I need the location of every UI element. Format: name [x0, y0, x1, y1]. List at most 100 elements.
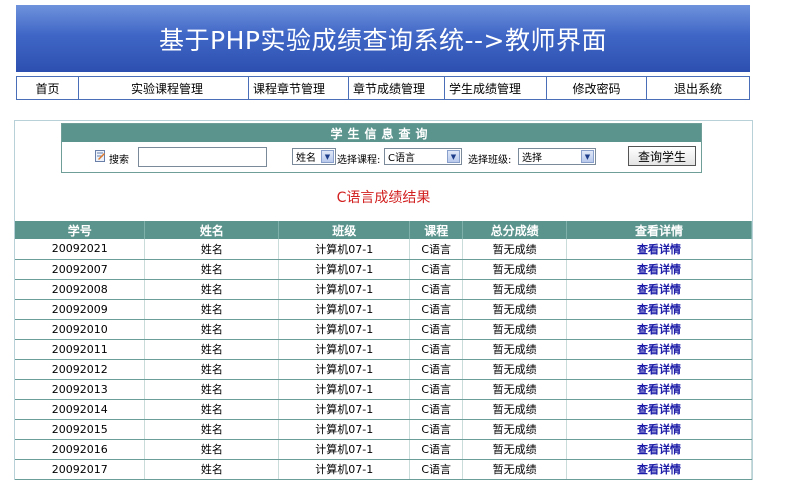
nav-item-course-management[interactable]: 实验课程管理 — [79, 77, 249, 99]
class-select[interactable]: 选择 ▼ — [518, 148, 596, 165]
view-details-link[interactable]: 查看详情 — [566, 399, 752, 420]
total-score-cell: 暂无成绩 — [462, 279, 568, 300]
grades-table: 学号 姓名 班级 课程 总分成绩 查看详情 20092021 姓名 计算机07-1 C… — [15, 221, 752, 480]
table-row: 20092007 姓名 计算机07-1 C语言 暂无成绩 查看详情 — [15, 259, 752, 280]
course-select-value: C语言 — [388, 153, 415, 164]
class-cell: 计算机07-1 — [278, 459, 411, 480]
class-select-value: 选择 — [522, 153, 542, 164]
total-score-cell: 暂无成绩 — [462, 359, 568, 380]
table-header-row: 学号 姓名 班级 课程 总分成绩 查看详情 — [15, 221, 752, 239]
view-details-link[interactable]: 查看详情 — [566, 419, 752, 440]
student-id-cell: 20092016 — [15, 439, 146, 460]
view-details-link[interactable]: 查看详情 — [566, 279, 752, 300]
nav-item-logout[interactable]: 退出系统 — [647, 77, 749, 99]
student-id-cell: 20092017 — [15, 459, 146, 480]
query-student-button[interactable]: 查询学生 — [628, 146, 696, 166]
student-id-cell: 20092013 — [15, 379, 146, 400]
chevron-down-icon: ▼ — [321, 150, 334, 163]
search-input[interactable] — [138, 147, 267, 167]
class-select-label: 选择班级: — [468, 155, 512, 166]
student-id-cell: 20092014 — [15, 399, 146, 420]
class-cell: 计算机07-1 — [278, 319, 411, 340]
class-cell: 计算机07-1 — [278, 439, 411, 460]
total-score-cell: 暂无成绩 — [462, 399, 568, 420]
course-cell: C语言 — [409, 259, 464, 280]
student-name-cell: 姓名 — [144, 339, 280, 360]
search-field-select[interactable]: 姓名 ▼ — [292, 148, 336, 165]
table-row: 20092010 姓名 计算机07-1 C语言 暂无成绩 查看详情 — [15, 319, 752, 340]
nav-item-change-password[interactable]: 修改密码 — [547, 77, 647, 99]
student-id-cell: 20092009 — [15, 299, 146, 320]
student-id-cell: 20092007 — [15, 259, 146, 280]
course-cell: C语言 — [409, 399, 464, 420]
course-select[interactable]: C语言 ▼ — [384, 148, 462, 165]
student-name-cell: 姓名 — [144, 259, 280, 280]
content-panel: 学生信息查询 搜索 姓名 ▼ 选择课程: C语言 ▼ 选择班级: 选择 ▼ 查询… — [14, 120, 753, 480]
course-cell: C语言 — [409, 239, 464, 260]
student-name-cell: 姓名 — [144, 239, 280, 260]
student-name-cell: 姓名 — [144, 419, 280, 440]
table-row: 20092015 姓名 计算机07-1 C语言 暂无成绩 查看详情 — [15, 419, 752, 440]
class-cell: 计算机07-1 — [278, 299, 411, 320]
query-form-title: 学生信息查询 — [62, 124, 701, 142]
chevron-down-icon: ▼ — [447, 150, 460, 163]
page-banner: 基于PHP实验成绩查询系统-->教师界面 — [16, 5, 750, 72]
student-name-cell: 姓名 — [144, 359, 280, 380]
course-cell: C语言 — [409, 319, 464, 340]
search-icon — [95, 150, 105, 162]
class-cell: 计算机07-1 — [278, 339, 411, 360]
student-name-cell: 姓名 — [144, 379, 280, 400]
total-score-cell: 暂无成绩 — [462, 259, 568, 280]
table-row: 20092011 姓名 计算机07-1 C语言 暂无成绩 查看详情 — [15, 339, 752, 360]
student-name-cell: 姓名 — [144, 299, 280, 320]
view-details-link[interactable]: 查看详情 — [566, 379, 752, 400]
nav-item-home[interactable]: 首页 — [17, 77, 79, 99]
course-cell: C语言 — [409, 379, 464, 400]
student-name-cell: 姓名 — [144, 459, 280, 480]
column-header-name: 姓名 — [144, 221, 280, 239]
student-name-cell: 姓名 — [144, 439, 280, 460]
total-score-cell: 暂无成绩 — [462, 319, 568, 340]
student-id-cell: 20092008 — [15, 279, 146, 300]
course-cell: C语言 — [409, 439, 464, 460]
total-score-cell: 暂无成绩 — [462, 339, 568, 360]
nav-item-student-grades[interactable]: 学生成绩管理 — [445, 77, 547, 99]
student-id-cell: 20092012 — [15, 359, 146, 380]
course-cell: C语言 — [409, 339, 464, 360]
table-row: 20092013 姓名 计算机07-1 C语言 暂无成绩 查看详情 — [15, 379, 752, 400]
column-header-class: 班级 — [278, 221, 411, 239]
class-cell: 计算机07-1 — [278, 259, 411, 280]
total-score-cell: 暂无成绩 — [462, 439, 568, 460]
main-nav: 首页 实验课程管理 课程章节管理 章节成绩管理 学生成绩管理 修改密码 退出系统 — [16, 76, 750, 100]
class-cell: 计算机07-1 — [278, 239, 411, 260]
course-cell: C语言 — [409, 279, 464, 300]
student-name-cell: 姓名 — [144, 399, 280, 420]
table-row: 20092012 姓名 计算机07-1 C语言 暂无成绩 查看详情 — [15, 359, 752, 380]
student-query-form: 学生信息查询 搜索 姓名 ▼ 选择课程: C语言 ▼ 选择班级: 选择 ▼ 查询… — [61, 123, 702, 173]
student-name-cell: 姓名 — [144, 279, 280, 300]
view-details-link[interactable]: 查看详情 — [566, 339, 752, 360]
class-cell: 计算机07-1 — [278, 419, 411, 440]
result-title: C语言成绩结果 — [336, 190, 431, 206]
nav-item-chapter-grades[interactable]: 章节成绩管理 — [349, 77, 445, 99]
view-details-link[interactable]: 查看详情 — [566, 239, 752, 260]
nav-item-chapter-management[interactable]: 课程章节管理 — [249, 77, 349, 99]
column-header-total-score: 总分成绩 — [462, 221, 568, 239]
class-cell: 计算机07-1 — [278, 359, 411, 380]
view-details-link[interactable]: 查看详情 — [566, 319, 752, 340]
view-details-link[interactable]: 查看详情 — [566, 439, 752, 460]
view-details-link[interactable]: 查看详情 — [566, 359, 752, 380]
view-details-link[interactable]: 查看详情 — [566, 459, 752, 480]
view-details-link[interactable]: 查看详情 — [566, 259, 752, 280]
class-cell: 计算机07-1 — [278, 279, 411, 300]
chevron-down-icon: ▼ — [581, 150, 594, 163]
column-header-details: 查看详情 — [566, 221, 752, 239]
total-score-cell: 暂无成绩 — [462, 299, 568, 320]
course-cell: C语言 — [409, 459, 464, 480]
search-field-value: 姓名 — [296, 153, 316, 164]
search-label: 搜索 — [109, 155, 129, 166]
table-row: 20092017 姓名 计算机07-1 C语言 暂无成绩 查看详情 — [15, 459, 752, 480]
course-select-label: 选择课程: — [337, 155, 381, 166]
student-name-cell: 姓名 — [144, 319, 280, 340]
view-details-link[interactable]: 查看详情 — [566, 299, 752, 320]
